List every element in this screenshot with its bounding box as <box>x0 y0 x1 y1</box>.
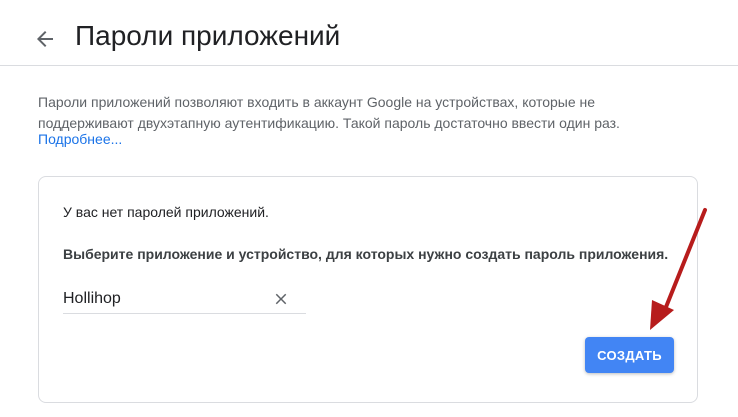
page-title: Пароли приложений <box>75 20 341 51</box>
app-name-field <box>63 288 306 314</box>
arrow-left-icon[interactable] <box>33 27 57 51</box>
app-passwords-card: У вас нет паролей приложений. Выберите п… <box>38 176 698 403</box>
instruction-text: Выберите приложение и устройство, для ко… <box>63 246 669 262</box>
close-icon[interactable] <box>272 290 290 308</box>
empty-state-text: У вас нет паролей приложений. <box>63 204 269 220</box>
page-description: Пароли приложений позволяют входить в ак… <box>38 94 620 131</box>
app-name-input[interactable] <box>63 288 263 310</box>
learn-more-link[interactable]: Подробнее... <box>38 131 122 147</box>
page-header: Пароли приложений <box>0 0 738 66</box>
create-button[interactable]: СОЗДАТЬ <box>585 337 674 373</box>
annotation-arrow-icon <box>650 208 707 330</box>
